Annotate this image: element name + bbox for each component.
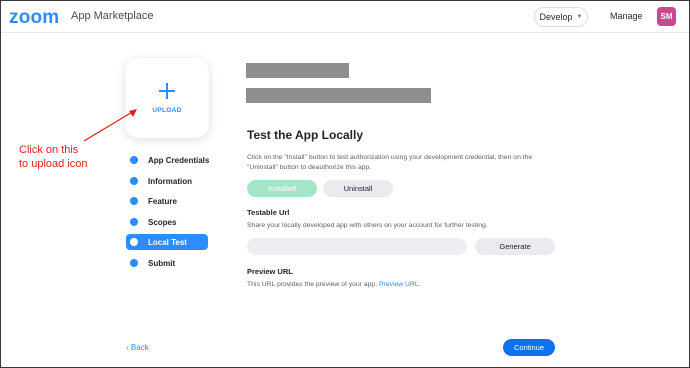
testable-url-input[interactable] [247, 238, 467, 255]
step-dot-icon [130, 218, 138, 226]
preview-url-link[interactable]: Preview URL. [379, 281, 421, 288]
develop-label: Develop [539, 12, 573, 22]
step-local-test[interactable]: Local Test [126, 234, 208, 250]
continue-button[interactable]: Continue [503, 339, 555, 356]
develop-dropdown[interactable]: Develop ▼ [534, 7, 588, 27]
back-label: Back [130, 343, 149, 352]
local-test-description: Click on the "Install" button to test au… [247, 154, 533, 171]
app-marketplace-title[interactable]: App Marketplace [71, 10, 154, 22]
preview-url-description: This URL provides the preview of your ap… [247, 281, 421, 288]
step-label: Submit [148, 258, 176, 268]
step-app-credentials[interactable]: App Credentials [126, 152, 209, 168]
chevron-down-icon: ▼ [576, 14, 583, 20]
generate-button[interactable]: Generate [475, 238, 555, 255]
step-information[interactable]: Information [126, 173, 192, 189]
step-scopes[interactable]: Scopes [126, 214, 176, 230]
step-label: Scopes [148, 217, 177, 227]
uninstall-button[interactable]: Uninstall [323, 180, 393, 197]
redacted-app-detail [246, 88, 431, 103]
annotation-line-1: Click on this [19, 144, 79, 156]
preview-url-title: Preview URL [247, 267, 293, 276]
preview-desc-text: This URL provides the preview of your ap… [247, 281, 378, 288]
step-dot-icon [130, 197, 138, 205]
page-title: Test the App Locally [247, 128, 364, 142]
back-link[interactable]: ‹ Back [126, 343, 149, 352]
step-dot-icon [130, 238, 138, 246]
annotation-text: Click on this to upload icon [19, 143, 88, 171]
manage-link[interactable]: Manage [610, 11, 643, 21]
step-dot-icon [130, 177, 138, 185]
annotation-line-2: to upload icon [19, 158, 88, 170]
zoom-logo[interactable]: zoom [9, 7, 59, 29]
chevron-left-icon: ‹ [126, 343, 129, 352]
step-feature[interactable]: Feature [126, 193, 177, 209]
step-label: Information [148, 176, 192, 186]
avatar[interactable]: SM [657, 7, 676, 26]
installed-button[interactable]: Installed [247, 180, 317, 197]
step-dot-icon [130, 156, 138, 164]
testable-url-description: Share your locally developed app with ot… [247, 222, 488, 229]
top-navbar: zoom App Marketplace Develop ▼ Manage SM [1, 1, 689, 33]
testable-url-title: Testable Url [247, 208, 290, 217]
plus-icon [159, 83, 175, 99]
step-label: Local Test [148, 237, 187, 247]
step-submit[interactable]: Submit [126, 255, 175, 271]
step-label: Feature [148, 196, 177, 206]
annotation-arrow [83, 109, 137, 142]
redacted-app-name [246, 63, 349, 78]
step-label: App Credentials [148, 155, 210, 165]
step-dot-icon [130, 259, 138, 267]
